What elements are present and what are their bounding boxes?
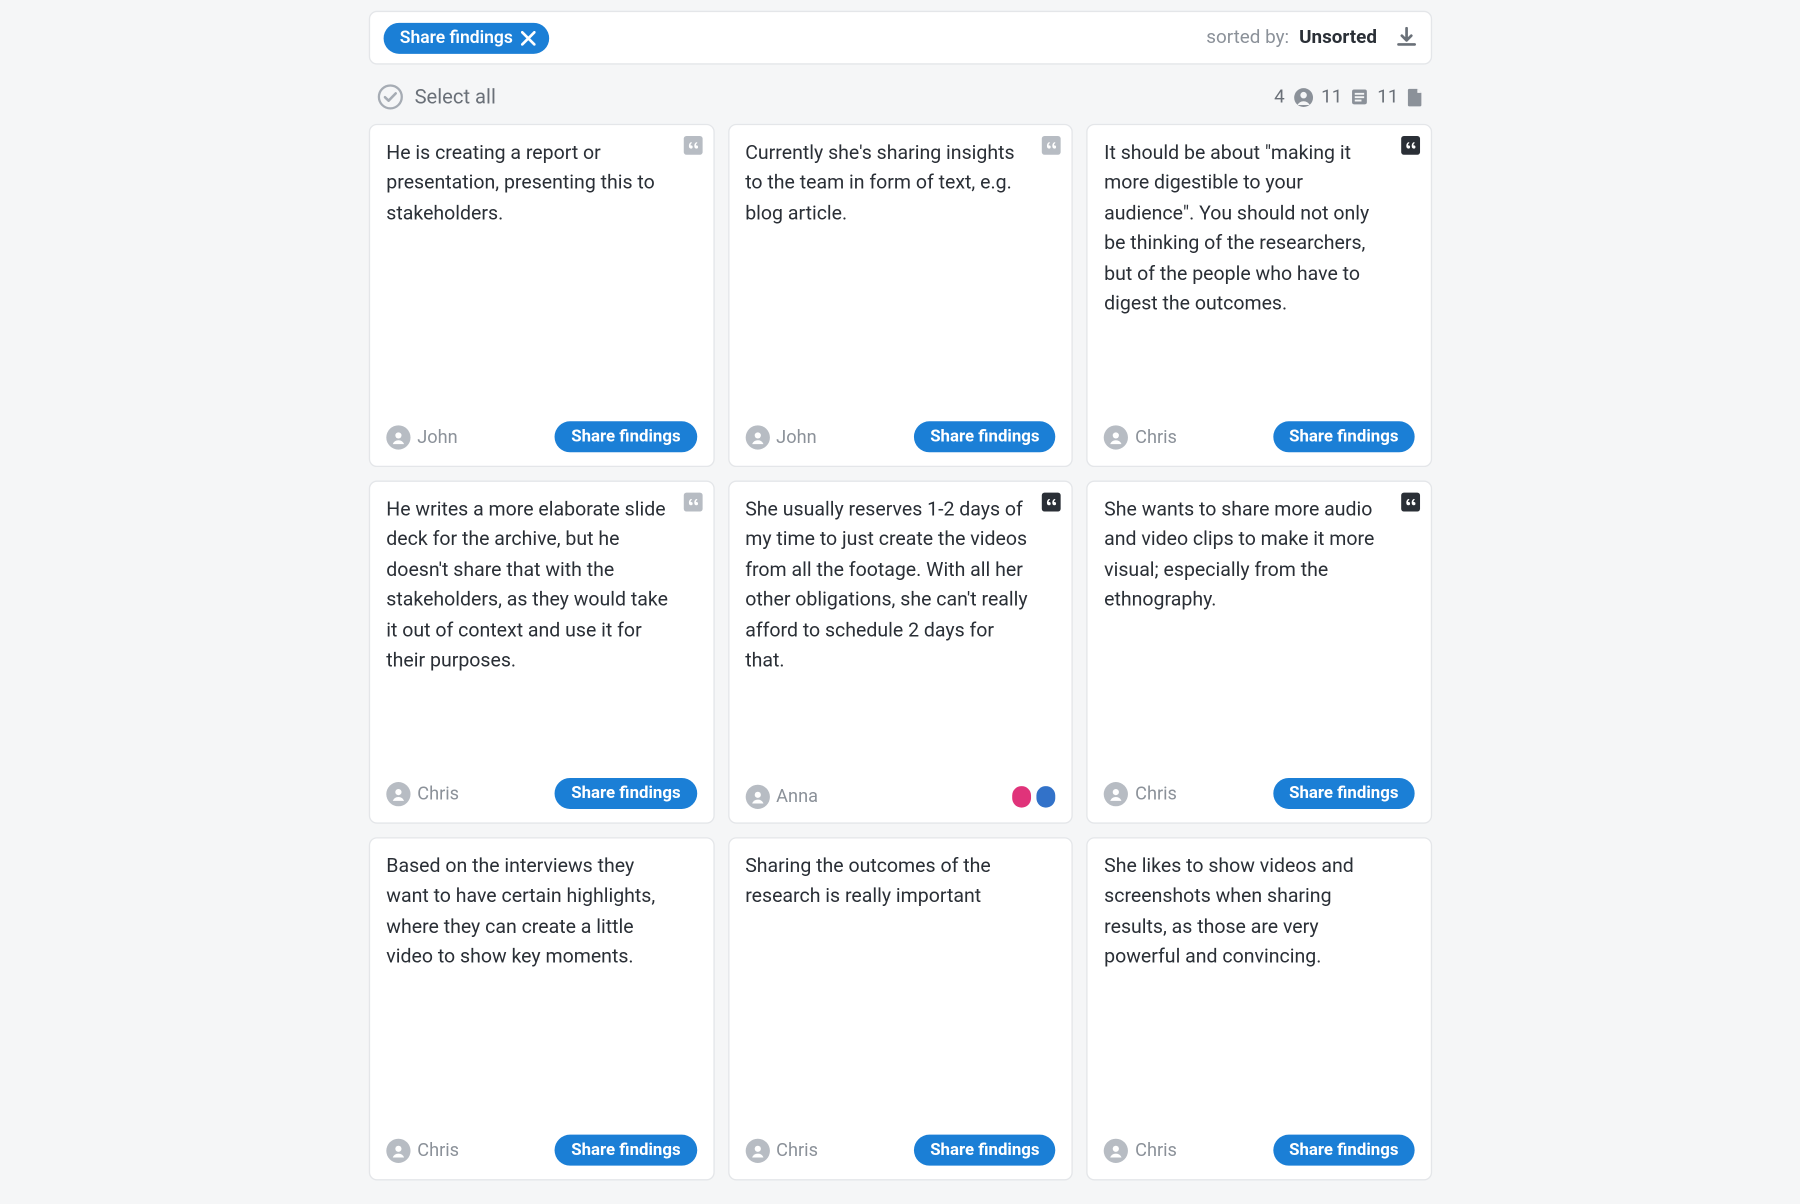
select-row: Select all 4 11 11	[369, 65, 1432, 124]
card[interactable]: She usually reserves 1-2 days of my time…	[728, 481, 1073, 824]
select-all-button[interactable]: Select all	[377, 83, 496, 110]
author-name: Chris	[417, 783, 459, 805]
filter-chip-label: Share findings	[400, 28, 513, 48]
card-text: She usually reserves 1-2 days of my time…	[745, 495, 1055, 774]
card-text: He is creating a report or presentation,…	[386, 139, 696, 411]
card-footer: John Share findings	[745, 421, 1055, 452]
card-text: Currently she's sharing insights to the …	[745, 139, 1055, 411]
card-text: She likes to show videos and screenshots…	[1104, 852, 1414, 1124]
avatar-icon	[1104, 1138, 1128, 1162]
card[interactable]: Based on the interviews they want to hav…	[369, 837, 714, 1180]
quote-icon	[1042, 136, 1061, 155]
author: Chris	[1104, 425, 1177, 449]
tag-dot-pink[interactable]	[1013, 786, 1032, 808]
author-name: John	[776, 426, 816, 448]
quote-icon	[683, 493, 702, 512]
tag-pill[interactable]: Share findings	[914, 1135, 1056, 1166]
tag-dot-blue[interactable]	[1037, 786, 1056, 808]
author: Chris	[1104, 781, 1177, 805]
author: Anna	[745, 785, 818, 809]
avatar-icon	[745, 785, 769, 809]
card[interactable]: Sharing the outcomes of the research is …	[728, 837, 1073, 1180]
tag-dots[interactable]	[1013, 786, 1056, 808]
card-footer: Anna	[745, 785, 1055, 809]
sort-control[interactable]: sorted by: Unsorted	[1206, 27, 1377, 49]
person-icon	[1293, 86, 1313, 108]
card[interactable]: He is creating a report or presentation,…	[369, 124, 714, 467]
card-text: It should be about "making it more diges…	[1104, 139, 1414, 411]
card[interactable]: She wants to share more audio and video …	[1087, 481, 1432, 824]
card-text: Based on the interviews they want to hav…	[386, 852, 696, 1124]
author-name: John	[417, 426, 457, 448]
avatar-icon	[1104, 781, 1128, 805]
author-name: Chris	[1135, 783, 1177, 805]
download-icon[interactable]	[1396, 27, 1418, 49]
avatar-icon	[386, 425, 410, 449]
card[interactable]: He writes a more elaborate slide deck fo…	[369, 481, 714, 824]
close-icon[interactable]	[521, 30, 536, 45]
tag-pill[interactable]: Share findings	[1273, 778, 1415, 809]
author: John	[745, 425, 816, 449]
author: Chris	[386, 1138, 459, 1162]
card-footer: Chris Share findings	[1104, 421, 1414, 452]
card-footer: John Share findings	[386, 421, 696, 452]
select-all-label: Select all	[415, 85, 496, 109]
card-text: He writes a more elaborate slide deck fo…	[386, 495, 696, 767]
card-text: Sharing the outcomes of the research is …	[745, 852, 1055, 1124]
avatar-icon	[745, 425, 769, 449]
card-text: She wants to share more audio and video …	[1104, 495, 1414, 767]
avatar-icon	[1104, 425, 1128, 449]
card[interactable]: It should be about "making it more diges…	[1087, 124, 1432, 467]
tag-pill[interactable]: Share findings	[1273, 421, 1415, 452]
tag-pill[interactable]: Share findings	[555, 1135, 697, 1166]
avatar-icon	[745, 1138, 769, 1162]
notes-count: 11	[1321, 86, 1342, 108]
counts: 4 11 11	[1274, 86, 1424, 108]
docs-count: 11	[1377, 86, 1398, 108]
author: Chris	[386, 781, 459, 805]
sorted-by-value: Unsorted	[1299, 27, 1377, 49]
check-circle-icon	[377, 83, 404, 110]
card-footer: Chris Share findings	[386, 1135, 696, 1166]
card-footer: Chris Share findings	[745, 1135, 1055, 1166]
sorted-by-label: sorted by:	[1206, 27, 1289, 49]
author: John	[386, 425, 457, 449]
author-name: Anna	[776, 786, 818, 808]
quote-icon	[1401, 136, 1420, 155]
quote-icon	[1401, 493, 1420, 512]
card[interactable]: Currently she's sharing insights to the …	[728, 124, 1073, 467]
note-icon	[1350, 86, 1369, 108]
author: Chris	[1104, 1138, 1177, 1162]
tag-pill[interactable]: Share findings	[555, 778, 697, 809]
avatar-icon	[386, 781, 410, 805]
author: Chris	[745, 1138, 818, 1162]
quote-icon	[1042, 493, 1061, 512]
author-name: Chris	[1135, 426, 1177, 448]
doc-icon	[1407, 86, 1424, 108]
card-footer: Chris Share findings	[1104, 1135, 1414, 1166]
card[interactable]: She likes to show videos and screenshots…	[1087, 837, 1432, 1180]
card-grid: He is creating a report or presentation,…	[369, 124, 1432, 1181]
filter-bar: Share findings sorted by: Unsorted	[369, 11, 1432, 65]
card-footer: Chris Share findings	[1104, 778, 1414, 809]
avatar-icon	[386, 1138, 410, 1162]
card-footer: Chris Share findings	[386, 778, 696, 809]
tag-pill[interactable]: Share findings	[914, 421, 1056, 452]
author-name: Chris	[776, 1139, 818, 1161]
tag-pill[interactable]: Share findings	[1273, 1135, 1415, 1166]
people-count: 4	[1274, 86, 1285, 108]
quote-icon	[683, 136, 702, 155]
author-name: Chris	[417, 1139, 459, 1161]
author-name: Chris	[1135, 1139, 1177, 1161]
filter-chip[interactable]: Share findings	[384, 22, 550, 53]
tag-pill[interactable]: Share findings	[555, 421, 697, 452]
